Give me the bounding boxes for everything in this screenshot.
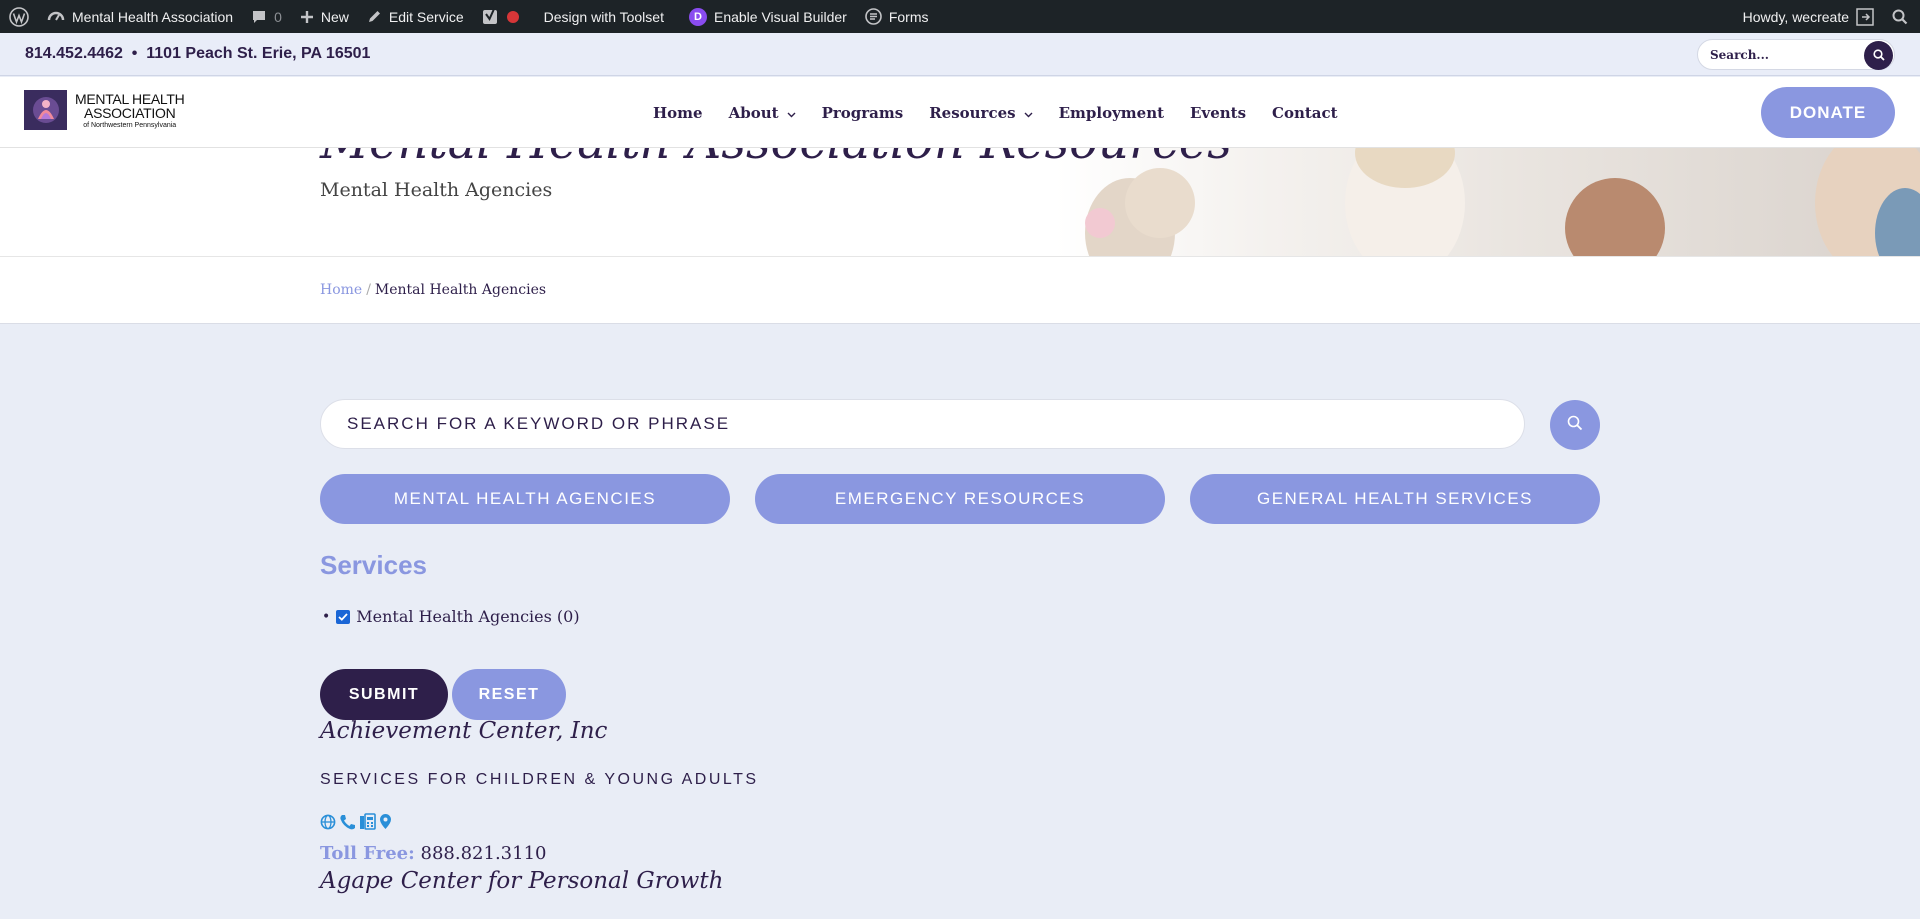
logo-line-2: ASSOCIATION	[84, 104, 176, 121]
toolset-menu[interactable]: Design with Toolset	[528, 0, 673, 33]
result-title-link[interactable]: Agape Center for Personal Growth	[320, 868, 723, 894]
nav-item-resources[interactable]: Resources	[916, 104, 1045, 122]
breadcrumb: Home / Mental Health Agencies	[320, 282, 546, 298]
category-emergency-button[interactable]: EMERGENCY RESOURCES	[755, 474, 1165, 524]
nav-label: About	[728, 103, 779, 122]
resource-search-button[interactable]	[1550, 400, 1600, 450]
site-name-label: Mental Health Association	[72, 8, 234, 25]
donate-button[interactable]: DONATE	[1761, 87, 1895, 138]
result-contact-icons	[320, 813, 392, 830]
nav-item-home[interactable]: Home	[640, 104, 716, 122]
nav-label: Home	[653, 103, 703, 122]
logo-line-1: MENTAL HEALTH	[75, 90, 185, 107]
nav-item-contact[interactable]: Contact	[1259, 104, 1351, 122]
logo-emblem-icon	[24, 90, 67, 130]
yoast-seo-menu[interactable]	[473, 0, 528, 33]
greeting-label: Howdy, wecreate	[1742, 8, 1849, 25]
page-subtitle: Mental Health Agencies	[320, 179, 553, 201]
pencil-icon	[367, 9, 382, 24]
wordpress-menu[interactable]	[0, 0, 38, 33]
logo-line-3: of Northwestern Pennsylvania	[83, 121, 177, 129]
visual-builder-label: Enable Visual Builder	[713, 8, 847, 25]
site-header: MENTAL HEALTH ASSOCIATION of Northwester…	[0, 77, 1920, 148]
reset-button[interactable]: RESET	[452, 669, 566, 720]
nav-label: Employment	[1058, 103, 1165, 122]
breadcrumb-separator: /	[366, 282, 371, 298]
chevron-down-icon	[1024, 104, 1033, 122]
avatar-icon	[1856, 7, 1874, 26]
yoast-icon	[482, 8, 500, 26]
new-content-menu[interactable]: New	[291, 0, 358, 33]
globe-icon[interactable]	[320, 814, 336, 830]
result-phone: Toll Free: 888.821.3110	[320, 843, 546, 864]
page-hero: Mental Health Association Resources Ment…	[0, 148, 1920, 256]
divi-icon: D	[688, 7, 707, 26]
nav-item-programs[interactable]: Programs	[809, 104, 917, 122]
toll-free-label: Toll Free:	[320, 843, 415, 864]
site-search	[1697, 39, 1895, 70]
nav-label: Contact	[1272, 103, 1338, 122]
submit-button[interactable]: SUBMIT	[320, 669, 448, 720]
page-title: Mental Health Association Resources	[320, 148, 1232, 170]
forms-icon	[865, 8, 882, 25]
dashboard-icon	[47, 8, 65, 26]
nav-label: Resources	[929, 103, 1016, 122]
edit-service-label: Edit Service	[388, 8, 464, 25]
service-checkbox[interactable]	[336, 609, 351, 624]
site-search-input[interactable]	[1710, 47, 1860, 62]
services-heading: Services	[320, 550, 427, 580]
comment-icon	[251, 9, 267, 25]
edit-service-link[interactable]: Edit Service	[358, 0, 473, 33]
new-label: New	[320, 8, 349, 25]
list-bullet: •	[322, 608, 331, 625]
resource-search-field	[320, 399, 1525, 449]
category-general-health-button[interactable]: GENERAL HEALTH SERVICES	[1190, 474, 1600, 524]
phone-icon[interactable]	[339, 814, 356, 830]
search-icon	[1892, 9, 1908, 25]
admin-search-button[interactable]	[1883, 0, 1920, 33]
wordpress-logo-icon	[9, 6, 29, 27]
top-info-bar: 814.452.4462 • 1101 Peach St. Erie, PA 1…	[0, 33, 1920, 76]
toolset-label: Design with Toolset	[543, 8, 664, 25]
contact-info: 814.452.4462 • 1101 Peach St. Erie, PA 1…	[25, 45, 371, 62]
nav-item-about[interactable]: About	[716, 104, 809, 122]
comments-count: 0	[274, 8, 282, 25]
category-mental-health-button[interactable]: MENTAL HEALTH AGENCIES	[320, 474, 730, 524]
map-pin-icon[interactable]	[379, 813, 392, 830]
result-title-link[interactable]: Achievement Center, Inc	[320, 718, 607, 744]
search-icon	[1872, 46, 1885, 65]
breadcrumb-current: Mental Health Agencies	[374, 282, 547, 298]
main-nav: Home About Programs Resources Employment…	[640, 77, 1351, 148]
phone-number-link[interactable]: 888.821.3110	[421, 843, 547, 864]
seo-status-icon	[506, 10, 519, 23]
nav-item-employment[interactable]: Employment	[1046, 104, 1177, 122]
forms-label: Forms	[888, 8, 929, 25]
fax-icon[interactable]	[359, 813, 376, 830]
nav-item-events[interactable]: Events	[1177, 104, 1259, 122]
breadcrumb-bar: Home / Mental Health Agencies	[0, 256, 1920, 324]
search-icon	[1567, 415, 1583, 435]
result-category: SERVICES FOR CHILDREN & YOUNG ADULTS	[320, 771, 759, 788]
breadcrumb-home-link[interactable]: Home	[320, 282, 362, 298]
my-account-menu[interactable]: Howdy, wecreate	[1734, 0, 1883, 33]
service-checkbox-label[interactable]: Mental Health Agencies (0)	[356, 607, 579, 626]
visual-builder-link[interactable]: D Enable Visual Builder	[673, 0, 856, 33]
logo-wordmark: MENTAL HEALTH ASSOCIATION of Northwester…	[75, 90, 185, 129]
resource-search-input[interactable]	[347, 414, 1497, 434]
forms-menu[interactable]: Forms	[856, 0, 938, 33]
site-name-menu[interactable]: Mental Health Association	[38, 0, 242, 33]
plus-icon	[300, 10, 314, 24]
site-logo[interactable]: MENTAL HEALTH ASSOCIATION of Northwester…	[24, 90, 185, 130]
comments-menu[interactable]: 0	[242, 0, 291, 33]
site-search-button[interactable]	[1864, 41, 1893, 70]
nav-label: Events	[1190, 103, 1247, 122]
admin-bar: Mental Health Association 0 New Edit Ser…	[0, 0, 1920, 33]
chevron-down-icon	[787, 104, 796, 122]
nav-label: Programs	[821, 103, 904, 122]
service-filter-item: • Mental Health Agencies (0)	[322, 607, 580, 626]
